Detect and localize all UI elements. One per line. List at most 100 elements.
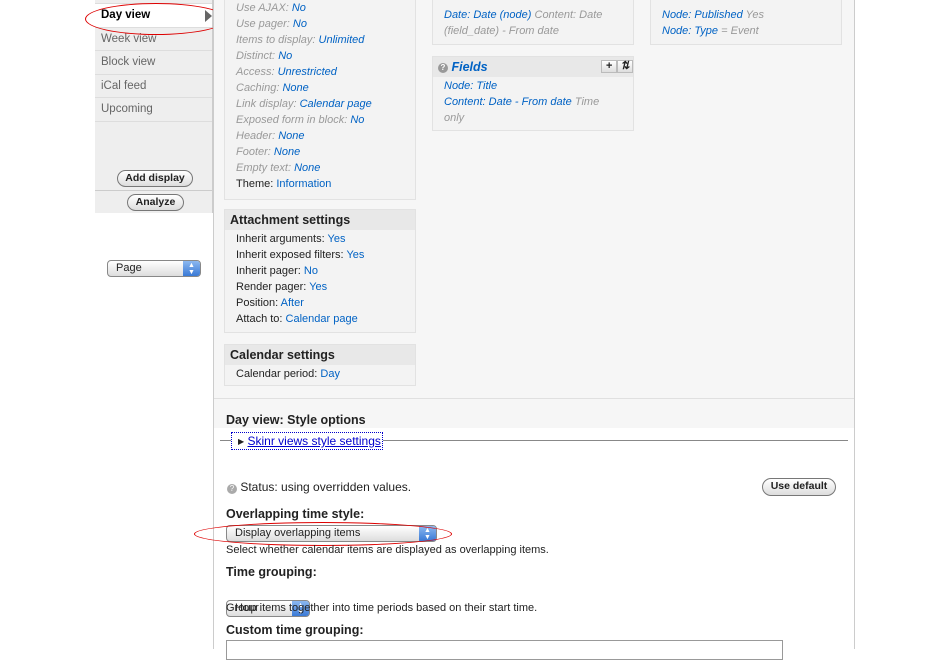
tab-block-view[interactable]: Block view (95, 51, 212, 75)
setting-label: Render pager: (236, 281, 307, 293)
stepper-icon: ▲ ▼ (183, 260, 200, 276)
setting-value-link[interactable]: Yes (346, 249, 364, 261)
setting-value-link[interactable]: After (281, 297, 304, 309)
setting-label: Calendar period: (236, 368, 318, 380)
attachment-settings-box: Attachment settings Inherit arguments: Y… (224, 209, 416, 333)
setting-value-link[interactable]: Yes (328, 233, 346, 245)
setting-label: Use pager: (236, 18, 290, 30)
setting-value-link[interactable]: None (278, 130, 304, 142)
time-grouping-label: Time grouping: (226, 565, 317, 579)
setting-label: Items to display: (236, 34, 316, 46)
setting-value-link[interactable]: Yes (309, 281, 327, 293)
use-default-button[interactable]: Use default (762, 478, 836, 496)
setting-value-link[interactable]: Calendar page (300, 98, 372, 110)
setting-row: Distinct: No (225, 48, 415, 64)
setting-row: Use pager: No (225, 16, 415, 32)
setting-row: Inherit exposed filters: Yes (225, 247, 415, 263)
annotation-oval (194, 522, 452, 546)
setting-row: Link display: Calendar page (225, 96, 415, 112)
add-display-button[interactable]: Add display (117, 170, 193, 187)
argument-link[interactable]: Date: Date (node) (444, 9, 531, 21)
skinr-settings-link[interactable]: Skinr views style settings (248, 434, 381, 448)
setting-label: Empty text: (236, 162, 292, 174)
analyze-button[interactable]: Analyze (127, 194, 184, 211)
setting-row: Header: None (225, 128, 415, 144)
setting-row: Inherit arguments: Yes (225, 231, 415, 247)
filter-detail: = Event (721, 25, 759, 37)
setting-row: Use AJAX: No (225, 0, 415, 16)
status-line: ? Status: using overridden values. (227, 480, 411, 494)
setting-value-link[interactable]: No (350, 114, 364, 126)
style-options-title: Day view: Style options (226, 413, 366, 427)
setting-label: Attach to: (236, 313, 283, 325)
help-icon: ? (227, 484, 237, 494)
style-options-header: Day view: Style options (214, 398, 854, 428)
setting-value-link[interactable]: No (293, 18, 307, 30)
select-value: Page (116, 261, 142, 274)
tab-upcoming[interactable]: Upcoming (95, 98, 212, 122)
setting-label: Inherit arguments: (236, 233, 325, 245)
setting-row: Position: After (225, 295, 415, 311)
status-text: Status: using overridden values. (240, 480, 412, 494)
add-field-icon[interactable]: + (601, 60, 617, 73)
setting-label: Access: (236, 66, 275, 78)
setting-row: Exposed form in block: No (225, 112, 415, 128)
tab-ical-feed[interactable]: iCal feed (95, 74, 212, 98)
setting-label: Use AJAX: (236, 2, 289, 14)
calendar-period-link[interactable]: Day (320, 368, 340, 380)
setting-value-link[interactable]: Unrestricted (278, 66, 337, 78)
custom-grouping-label: Custom time grouping: (226, 623, 364, 637)
fields-box: ? Fields + ⇅ Node: Title Content: Date - … (432, 56, 634, 131)
setting-row: Attach to: Calendar page (225, 311, 415, 327)
filter-link[interactable]: Node: Type (662, 25, 718, 37)
triangle-right-icon: ▶ (238, 437, 245, 446)
setting-label: Position: (236, 297, 279, 309)
filters-box: Node: Published Yes Node: Type = Event (650, 0, 842, 45)
setting-row: Caching: None (225, 80, 415, 96)
field-link[interactable]: Content: Date - From date (444, 96, 572, 108)
setting-row: Access: Unrestricted (225, 64, 415, 80)
setting-row: Inherit pager: No (225, 263, 415, 279)
setting-row: Theme: Information (225, 176, 415, 192)
setting-value-link[interactable]: No (278, 50, 292, 62)
setting-value-link[interactable]: Calendar page (286, 313, 358, 325)
setting-label: Caching: (236, 82, 280, 94)
fields-title: Fields (451, 60, 488, 74)
setting-label: Inherit exposed filters: (236, 249, 344, 261)
overlap-label: Overlapping time style: (226, 507, 365, 521)
overlap-description: Select whether calendar items are displa… (226, 544, 549, 556)
setting-label: Inherit pager: (236, 265, 301, 277)
setting-row: Render pager: Yes (225, 279, 415, 295)
setting-value-link[interactable]: None (274, 146, 300, 158)
display-type-select[interactable]: Page ▲ ▼ (107, 259, 201, 277)
setting-value-link[interactable]: None (282, 82, 308, 94)
custom-grouping-input[interactable] (226, 640, 783, 660)
setting-row: Empty text: None (225, 160, 415, 176)
basic-settings-box: Use AJAX: No Use pager: No Items to displa… (224, 0, 416, 200)
setting-row: Footer: None (225, 144, 415, 160)
attachment-settings-title: Attachment settings (225, 210, 415, 230)
setting-value-link[interactable]: None (294, 162, 320, 174)
rearrange-icon[interactable]: ⇅ (617, 60, 633, 73)
setting-value-link[interactable]: No (292, 2, 306, 14)
calendar-settings-title: Calendar settings (225, 345, 415, 365)
field-link[interactable]: Node: Title (444, 80, 497, 92)
calendar-settings-box: Calendar settings Calendar period: Day (224, 344, 416, 386)
time-grouping-description: Group items together into time periods b… (226, 602, 538, 614)
setting-label: Footer: (236, 146, 271, 158)
setting-row: Items to display: Unlimited (225, 32, 415, 48)
setting-value-link[interactable]: No (304, 265, 318, 277)
divider (95, 190, 213, 191)
help-icon[interactable]: ? (438, 63, 448, 73)
arguments-box: Date: Date (node) Content: Date (field_d… (432, 0, 634, 45)
skinr-fieldset-legend[interactable]: ▶ Skinr views style settings (231, 432, 383, 450)
filter-detail: Yes (745, 9, 764, 21)
setting-label: Distinct: (236, 50, 276, 62)
setting-label: Theme: (236, 178, 274, 190)
setting-value-link[interactable]: Information (276, 178, 331, 190)
setting-label: Exposed form in block: (236, 114, 348, 126)
annotation-oval (85, 3, 227, 35)
setting-value-link[interactable]: Unlimited (319, 34, 365, 46)
setting-label: Header: (236, 130, 276, 142)
filter-link[interactable]: Node: Published (662, 9, 743, 21)
